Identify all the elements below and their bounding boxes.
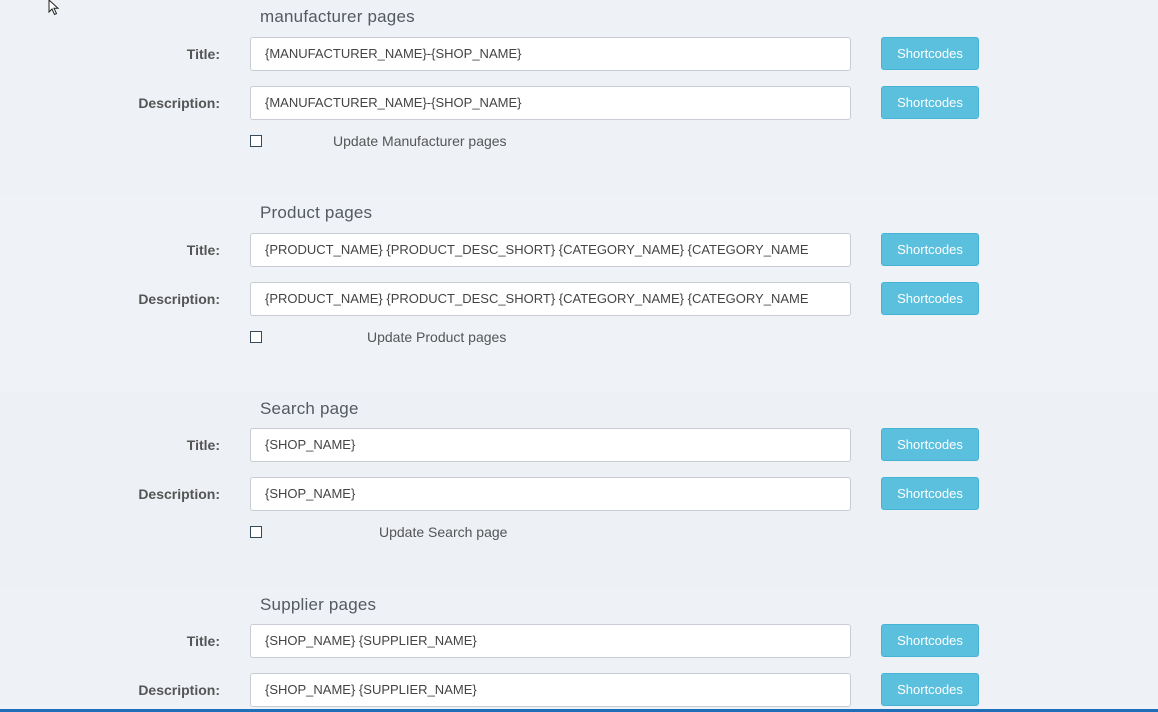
update-product-row: Update Product pages bbox=[250, 329, 550, 347]
update-product-label: Update Product pages bbox=[367, 329, 507, 345]
title-label: Title: bbox=[186, 633, 220, 649]
product-title-input[interactable]: {PRODUCT_NAME} {PRODUCT_DESC_SHORT} {CAT… bbox=[250, 233, 851, 267]
product-title-shortcodes-button[interactable]: Shortcodes bbox=[881, 233, 979, 266]
supplier-description-input[interactable]: {SHOP_NAME} {SUPPLIER_NAME} bbox=[250, 673, 851, 707]
update-search-row: Update Search page bbox=[250, 524, 550, 542]
manufacturer-title-input[interactable]: {MANUFACTURER_NAME}-{SHOP_NAME} bbox=[250, 37, 851, 71]
update-search-checkbox[interactable] bbox=[250, 526, 262, 538]
search-title-shortcodes-button[interactable]: Shortcodes bbox=[881, 428, 979, 461]
product-description-input[interactable]: {PRODUCT_NAME} {PRODUCT_DESC_SHORT} {CAT… bbox=[250, 282, 851, 316]
update-manufacturer-row: Update Manufacturer pages bbox=[250, 133, 550, 151]
description-label: Description: bbox=[138, 95, 220, 111]
title-label: Title: bbox=[186, 437, 220, 453]
product-description-shortcodes-button[interactable]: Shortcodes bbox=[881, 282, 979, 315]
section-title: Product pages bbox=[260, 203, 373, 222]
search-page-section: Search page Title: {SHOP_NAME} Shortcode… bbox=[0, 392, 1158, 588]
product-pages-section: Product pages Title: {PRODUCT_NAME} {PRO… bbox=[0, 196, 1158, 392]
title-label: Title: bbox=[186, 46, 220, 62]
description-label: Description: bbox=[138, 291, 220, 307]
search-description-shortcodes-button[interactable]: Shortcodes bbox=[881, 477, 979, 510]
update-search-label: Update Search page bbox=[379, 524, 508, 540]
supplier-pages-section: Supplier pages Title: {SHOP_NAME} {SUPPL… bbox=[0, 588, 1158, 712]
description-label: Description: bbox=[138, 682, 220, 698]
supplier-title-input[interactable]: {SHOP_NAME} {SUPPLIER_NAME} bbox=[250, 624, 851, 658]
description-label: Description: bbox=[138, 486, 220, 502]
manufacturer-title-shortcodes-button[interactable]: Shortcodes bbox=[881, 37, 979, 70]
manufacturer-description-input[interactable]: {MANUFACTURER_NAME}-{SHOP_NAME} bbox=[250, 86, 851, 120]
supplier-title-shortcodes-button[interactable]: Shortcodes bbox=[881, 624, 979, 657]
search-title-input[interactable]: {SHOP_NAME} bbox=[250, 428, 851, 462]
update-product-checkbox[interactable] bbox=[250, 331, 262, 343]
manufacturer-pages-section: manufacturer pages Title: {MANUFACTURER_… bbox=[0, 0, 1158, 196]
search-description-input[interactable]: {SHOP_NAME} bbox=[250, 477, 851, 511]
section-title: Supplier pages bbox=[260, 595, 377, 614]
section-title: manufacturer pages bbox=[260, 7, 415, 26]
title-label: Title: bbox=[186, 242, 220, 258]
section-title: Search page bbox=[260, 399, 359, 418]
supplier-description-shortcodes-button[interactable]: Shortcodes bbox=[881, 673, 979, 706]
manufacturer-description-shortcodes-button[interactable]: Shortcodes bbox=[881, 86, 979, 119]
mouse-cursor-icon bbox=[48, 0, 60, 16]
update-manufacturer-checkbox[interactable] bbox=[250, 135, 262, 147]
update-manufacturer-label: Update Manufacturer pages bbox=[333, 133, 507, 149]
